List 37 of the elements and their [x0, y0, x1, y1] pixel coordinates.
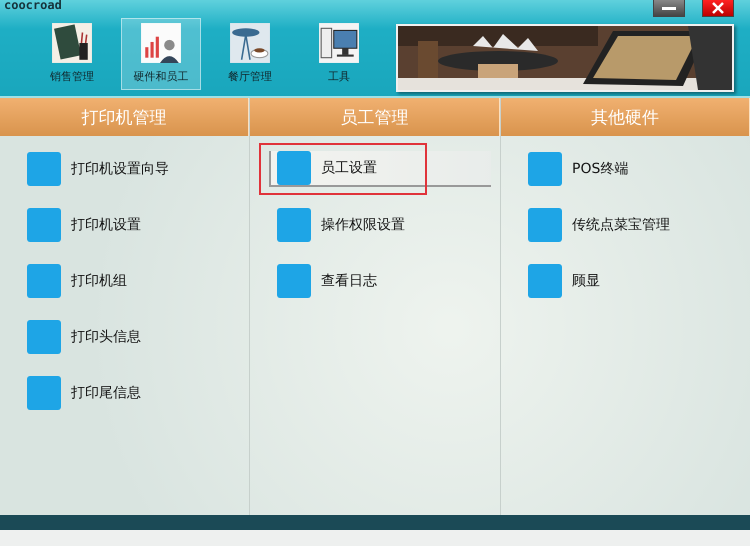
- nav-tab[interactable]: 销售管理: [32, 18, 112, 90]
- close-button[interactable]: [702, 0, 734, 17]
- cafe-table-icon: [229, 22, 271, 64]
- nav-tab[interactable]: 硬件和员工: [121, 18, 201, 90]
- menu-item[interactable]: 打印头信息: [25, 319, 245, 355]
- nav-tab[interactable]: 餐厅管理: [210, 18, 290, 90]
- tile-icon: [277, 151, 311, 185]
- menu-item[interactable]: 打印尾信息: [25, 375, 245, 411]
- menu-item[interactable]: 查看日志: [275, 263, 495, 299]
- tile-icon: [27, 264, 61, 298]
- tile-icon: [27, 208, 61, 242]
- menu-item[interactable]: 顾显: [526, 263, 746, 299]
- column-header: 打印机管理: [0, 98, 249, 136]
- menu-item[interactable]: 打印机设置向导: [25, 151, 245, 187]
- menu-item[interactable]: 打印机组: [25, 263, 245, 299]
- menu-item[interactable]: 员工设置: [269, 151, 491, 187]
- tile-icon: [27, 152, 61, 186]
- nav-tab[interactable]: 工具: [299, 18, 379, 90]
- tile-icon: [528, 264, 562, 298]
- presenter-chart-icon: [140, 22, 182, 64]
- tile-icon: [528, 152, 562, 186]
- tile-icon: [27, 320, 61, 354]
- menu-item[interactable]: POS终端: [526, 151, 746, 187]
- tile-icon: [277, 208, 311, 242]
- column-header: 其他硬件: [501, 98, 750, 136]
- app-logo: coocroad: [4, 0, 63, 12]
- menu-item[interactable]: 打印机设置: [25, 207, 245, 243]
- close-icon: [711, 1, 725, 15]
- tile-icon: [528, 208, 562, 242]
- computer-icon: [318, 22, 360, 64]
- menu-item[interactable]: 传统点菜宝管理: [526, 207, 746, 243]
- tile-icon: [277, 264, 311, 298]
- menu-item[interactable]: 操作权限设置: [275, 207, 495, 243]
- column-header: 员工管理: [250, 98, 500, 136]
- tile-icon: [27, 376, 61, 410]
- notebook-icon: [51, 22, 93, 64]
- minimize-button[interactable]: [653, 0, 685, 17]
